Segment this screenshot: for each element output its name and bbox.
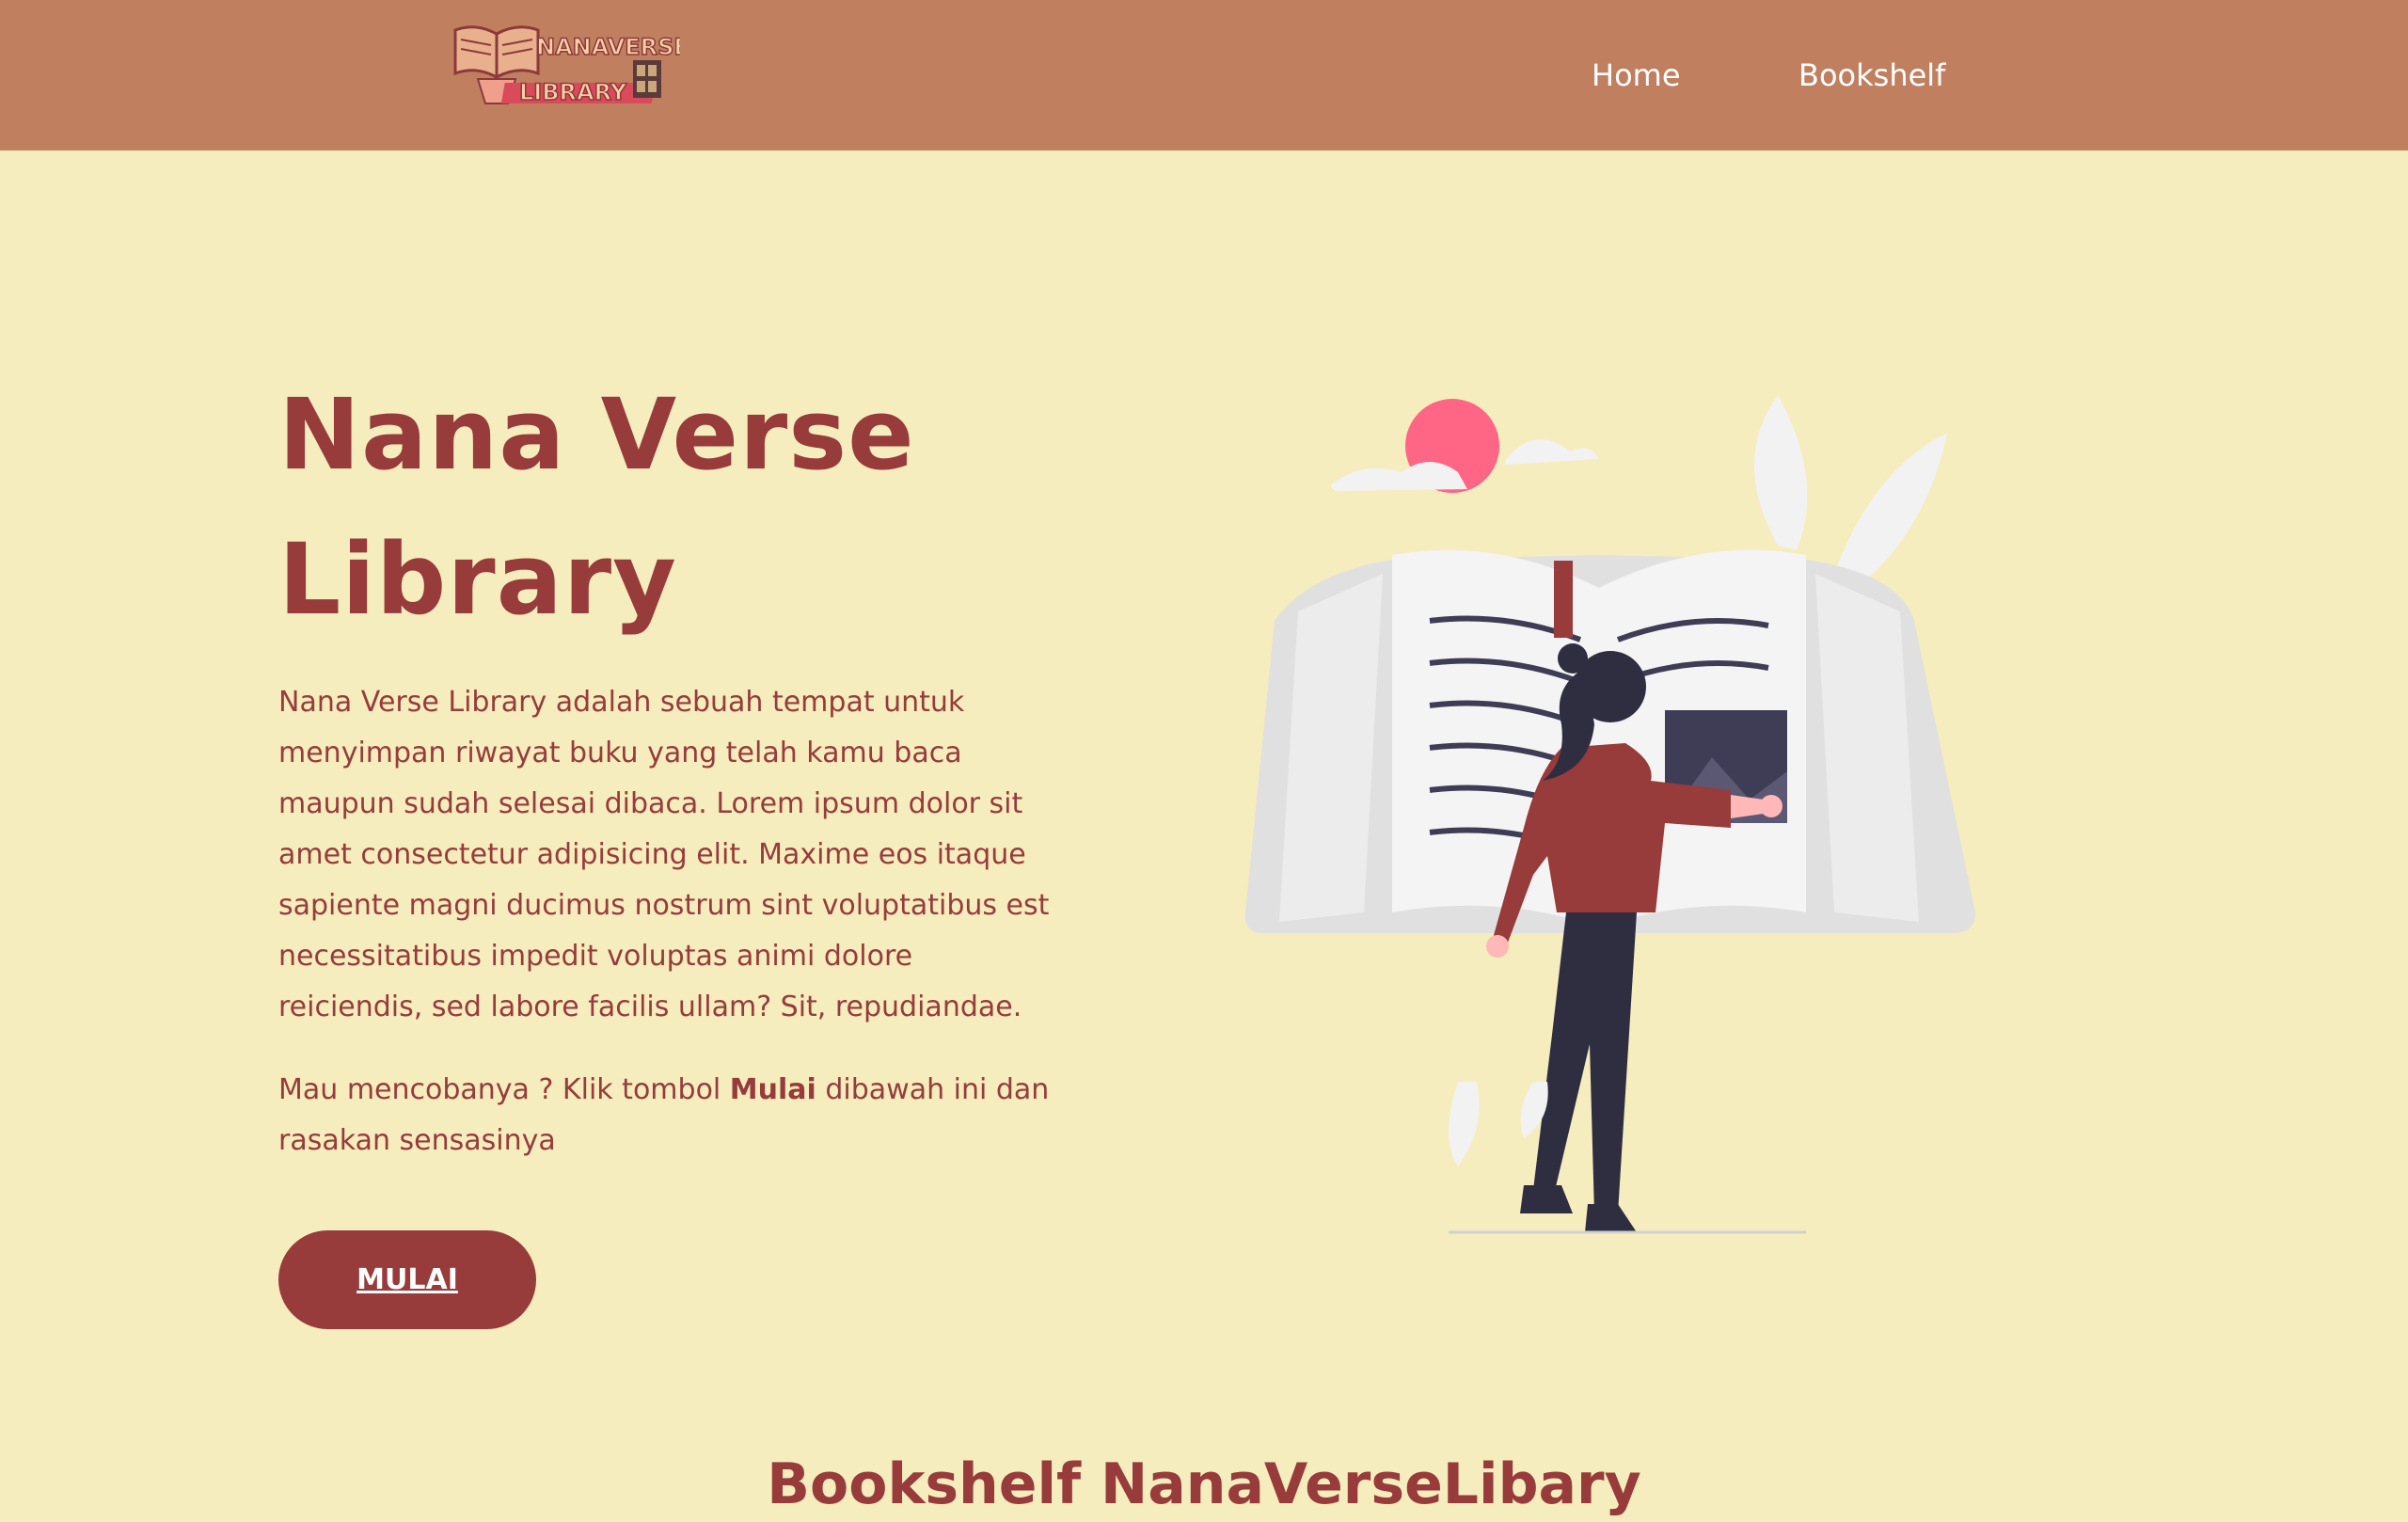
cloud-shape bbox=[1331, 462, 1467, 491]
nav-home-link[interactable]: Home bbox=[1592, 55, 1681, 96]
navbar: NANAVERSE LIBRARY Home Bookshelf bbox=[0, 0, 2408, 151]
hero-title: Nana Verse Library bbox=[278, 362, 1125, 652]
woman-reading-book-illustration bbox=[1244, 395, 1975, 1234]
leaf-shape bbox=[1754, 395, 1808, 550]
mulai-button[interactable]: MULAI bbox=[278, 1230, 536, 1329]
hero-title-line1: Nana Verse bbox=[278, 377, 915, 492]
svg-text:NANAVERSE: NANAVERSE bbox=[536, 34, 680, 60]
bookshelf-icon bbox=[633, 60, 661, 98]
leaf-shape bbox=[1449, 1082, 1480, 1166]
leaf-shape bbox=[1834, 433, 1947, 583]
shoe-shape bbox=[1585, 1204, 1637, 1232]
shoe-shape bbox=[1520, 1185, 1573, 1213]
nav-bookshelf-link[interactable]: Bookshelf bbox=[1798, 55, 1945, 96]
cta-bold: Mulai bbox=[729, 1073, 816, 1106]
svg-text:LIBRARY: LIBRARY bbox=[519, 79, 627, 105]
cloud-shape bbox=[1505, 439, 1599, 465]
hero-title-line2: Library bbox=[278, 522, 677, 637]
cta-prefix: Mau mencobanya ? Klik tombol bbox=[278, 1073, 730, 1106]
hero-cta-text: Mau mencobanya ? Klik tombol Mulai dibaw… bbox=[278, 1065, 1059, 1166]
bookshelf-section-title: Bookshelf NanaVerseLibary bbox=[767, 1451, 1641, 1517]
hero-description: Nana Verse Library adalah sebuah tempat … bbox=[278, 686, 1050, 1023]
nanaverse-library-logo[interactable]: NANAVERSE LIBRARY bbox=[450, 23, 680, 109]
